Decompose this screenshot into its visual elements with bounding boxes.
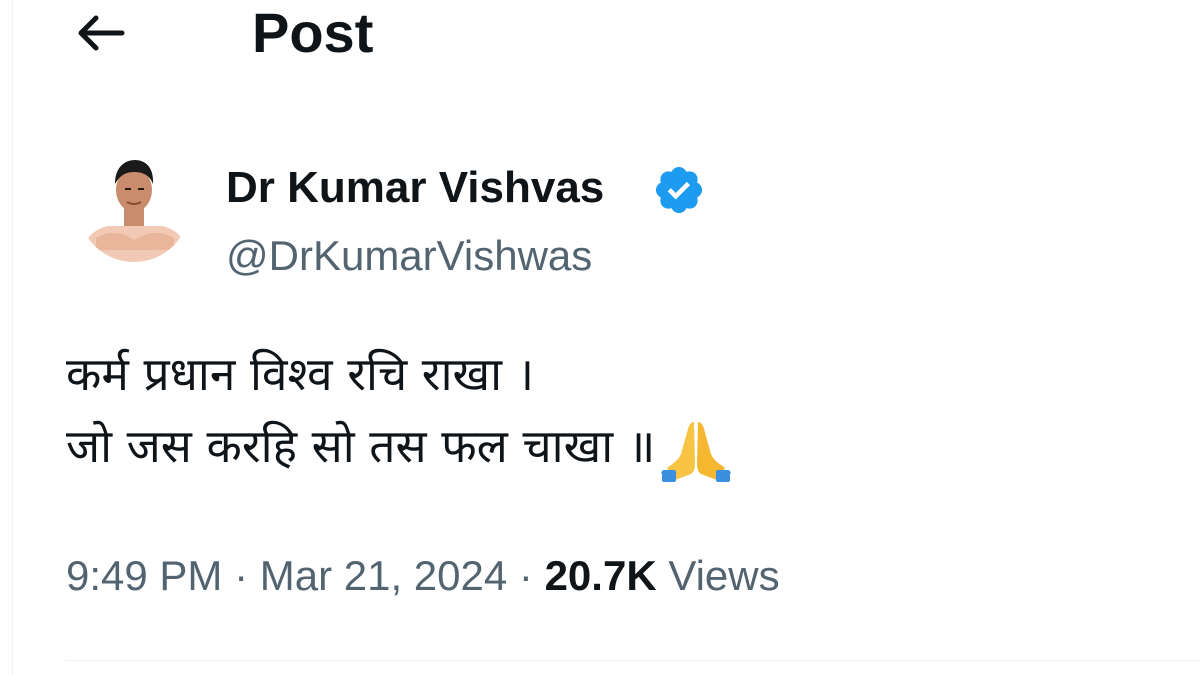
post-date[interactable]: Mar 21, 2024 — [260, 552, 508, 599]
tweet-text: कर्म प्रधान विश्व रचि राखा । जो जस करहि … — [66, 338, 732, 482]
tweet-line-2: जो जस करहि सो तस फल चाखा ॥ — [66, 419, 656, 473]
arrow-left-icon — [78, 15, 125, 51]
column-border — [12, 0, 13, 675]
folded-hands-icon — [661, 422, 732, 482]
meta-separator-2: · — [507, 552, 545, 599]
verified-badge-icon — [655, 166, 703, 214]
meta-separator: · — [222, 552, 260, 599]
views-label: Views — [656, 552, 780, 599]
post-header: Post — [0, 0, 1200, 70]
tweet-line-2-wrap: जो जस करहि सो तस फल चाखा ॥ — [66, 410, 732, 482]
post-meta: 9:49 PM · Mar 21, 2024 · 20.7K Views — [66, 548, 780, 604]
tweet-line-1: कर्म प्रधान विश्व रचि राखा । — [66, 347, 535, 401]
back-button[interactable] — [70, 8, 130, 58]
post-time[interactable]: 9:49 PM — [66, 552, 222, 599]
author-handle[interactable]: @DrKumarVishwas — [226, 228, 592, 284]
divider — [66, 660, 1200, 661]
views-count: 20.7K — [544, 552, 657, 599]
page-title: Post — [252, 1, 374, 64]
display-name[interactable]: Dr Kumar Vishvas — [226, 160, 604, 216]
avatar[interactable] — [78, 150, 190, 262]
avatar-image — [78, 150, 190, 262]
